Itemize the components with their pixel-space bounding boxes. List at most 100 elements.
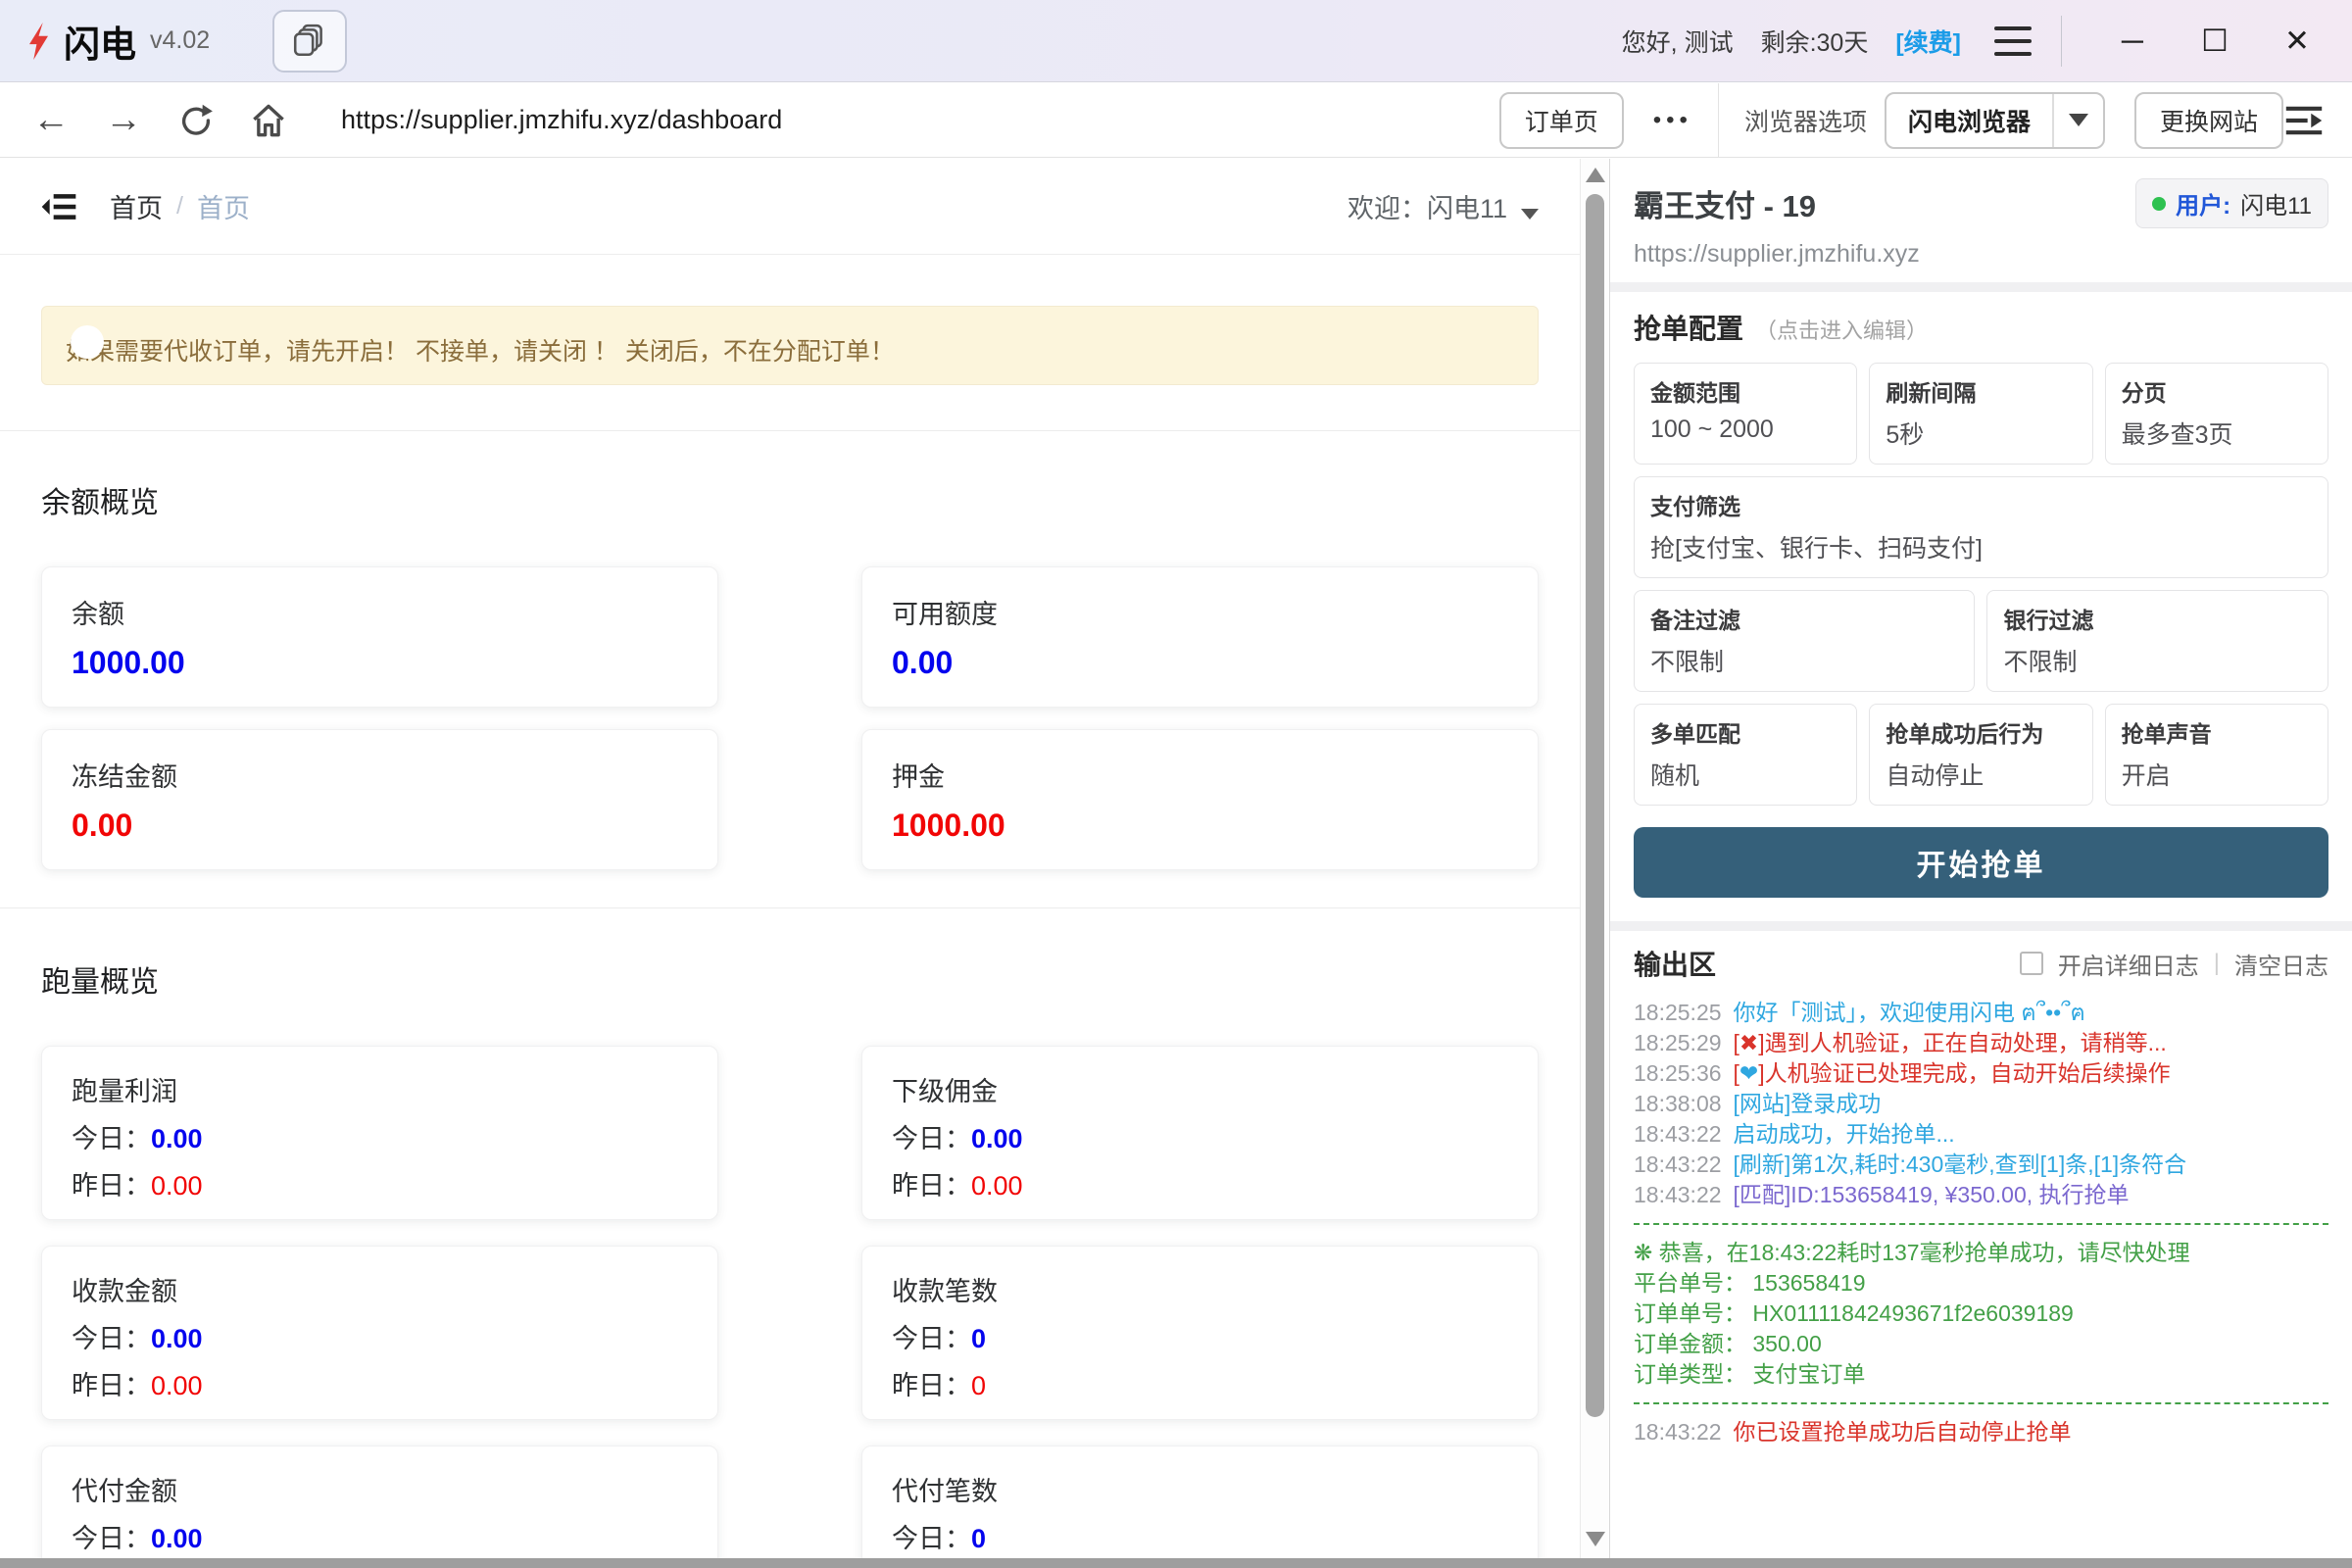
log-line: 18:38:08[网站]登录成功 xyxy=(1634,1089,2328,1119)
log-timestamp: 18:43:22 xyxy=(1634,1419,1722,1445)
detail-log-checkbox[interactable] xyxy=(2020,952,2043,975)
config-card-value: 抢[支付宝、银行卡、扫码支付] xyxy=(1650,529,2312,564)
more-options-icon[interactable]: ••• xyxy=(1653,107,1692,134)
config-card-value: 自动停止 xyxy=(1886,757,2076,792)
app-version: v4.02 xyxy=(150,26,210,55)
log-message: 订单类型： 支付宝订单 xyxy=(1634,1361,1865,1387)
close-button[interactable]: ✕ xyxy=(2268,24,2327,59)
config-card-value: 开启 xyxy=(2122,757,2312,792)
volume-card: 收款金额今日：0.00昨日：0.00 xyxy=(41,1246,718,1420)
home-icon[interactable] xyxy=(245,103,292,138)
breadcrumb-separator: / xyxy=(176,192,183,220)
volume-card-row: 今日：0.00 xyxy=(72,1317,688,1355)
layers-icon xyxy=(291,23,328,60)
breadcrumb-home[interactable]: 首页 xyxy=(110,187,163,225)
clear-log-button[interactable]: 清空日志 xyxy=(2234,947,2328,981)
log-timestamp: 18:43:22 xyxy=(1634,1182,1722,1207)
log-message: 订单金额： 350.00 xyxy=(1634,1331,1822,1356)
config-card-value: 5秒 xyxy=(1886,416,2076,451)
balance-card-label: 可用额度 xyxy=(892,593,1508,631)
change-site-button[interactable]: 更换网站 xyxy=(2134,92,2283,149)
grab-config-header[interactable]: 抢单配置 （点击进入编辑） xyxy=(1634,308,2328,347)
config-card-value: 随机 xyxy=(1650,757,1840,792)
log-timestamp: 18:43:22 xyxy=(1634,1152,1722,1177)
toggle-knob xyxy=(71,325,104,359)
volume-card-row: 昨日：0.00 xyxy=(72,1164,688,1202)
balance-card: 可用额度0.00 xyxy=(861,566,1539,708)
user-badge-value: 闪电11 xyxy=(2240,186,2312,220)
order-page-button[interactable]: 订单页 xyxy=(1499,92,1624,149)
log-message: 你已设置抢单成功后自动停止抢单 xyxy=(1734,1419,2072,1445)
browser-navbar: ← → https://supplier.jmzhifu.xyz/dashboa… xyxy=(0,83,2352,158)
titlebar-divider xyxy=(2061,16,2062,67)
back-icon[interactable]: ← xyxy=(27,99,74,141)
log-line: 18:25:29[✖]遇到人机验证，正在自动处理，请稍等... xyxy=(1634,1028,2328,1058)
grab-order-panel: 霸王支付 - 19 用户: 闪电11 https://supplier.jmzh… xyxy=(1609,159,2352,1558)
renew-link[interactable]: [续费] xyxy=(1895,24,1961,59)
scrollbar-thumb[interactable] xyxy=(1586,194,1604,1417)
receive-order-warning: 如果需要代收订单，请先开启！ 不接单，请关闭 ！ 关闭后，不在分配订单！ xyxy=(41,306,1539,385)
config-card[interactable]: 金额范围100 ~ 2000 xyxy=(1634,363,1857,465)
volume-card-row: 今日：0.00 xyxy=(892,1117,1508,1155)
config-card-label: 多单匹配 xyxy=(1650,715,1840,749)
browser-options-label: 浏览器选项 xyxy=(1744,103,1867,138)
minimize-button[interactable]: ─ xyxy=(2103,24,2162,59)
config-card[interactable]: 抢单成功后行为自动停止 xyxy=(1869,704,2092,806)
log-message: 你好「测试」，欢迎使用闪电 ฅ՞••՞ฅ xyxy=(1734,1000,2085,1025)
balance-card-grid: 余额1000.00可用额度0.00冻结金额0.00押金1000.00 xyxy=(41,566,1539,870)
grab-config-section: 抢单配置 （点击进入编辑） 金额范围100 ~ 2000 刷新间隔 5秒分页最多查3… xyxy=(1610,292,2352,811)
scroll-down-arrow-icon[interactable] xyxy=(1586,1532,1605,1546)
address-url[interactable]: https://supplier.jmzhifu.xyz/dashboard xyxy=(341,105,1499,135)
config-card-label: 刷新间隔 xyxy=(1886,374,2076,408)
panel-divider xyxy=(1610,282,2352,292)
config-card-value: 不限制 xyxy=(2003,643,2312,678)
config-card[interactable]: 银行过滤不限制 xyxy=(1986,590,2328,692)
log-message: [✖]遇到人机验证，正在自动处理，请稍等... xyxy=(1734,1030,2167,1055)
volume-card: 代付笔数今日：0 xyxy=(861,1446,1539,1558)
welcome-user-dropdown[interactable]: 欢迎：闪电11 xyxy=(1348,187,1539,225)
config-card[interactable]: 多单匹配随机 xyxy=(1634,704,1857,806)
config-card[interactable]: 支付筛选抢[支付宝、银行卡、扫码支付] xyxy=(1634,476,2328,578)
output-log-area: 18:25:25你好「测试」，欢迎使用闪电 ฅ՞••՞ฅ18:25:29[✖]遇… xyxy=(1610,996,2352,1449)
breadcrumb: 首页 / 首页 欢迎：闪电11 xyxy=(0,159,1580,255)
chevron-down-icon xyxy=(1521,209,1539,220)
volume-card: 跑量利润今日：0.00昨日：0.00 xyxy=(41,1046,718,1220)
user-badge: 用户: 闪电11 xyxy=(2135,178,2328,228)
multi-window-button[interactable] xyxy=(272,10,347,73)
breadcrumb-current[interactable]: 首页 xyxy=(197,187,250,225)
start-grab-button[interactable]: 开始抢单 xyxy=(1634,827,2328,898)
panel-divider xyxy=(1610,921,2352,931)
config-card[interactable]: 分页最多查3页 xyxy=(2105,363,2328,465)
volume-card-label: 代付金额 xyxy=(72,1470,688,1508)
balance-card-value: 0.00 xyxy=(72,808,688,844)
log-timestamp: 18:43:22 xyxy=(1634,1121,1722,1147)
config-card-value: 不限制 xyxy=(1650,643,1958,678)
config-card-label: 银行过滤 xyxy=(2003,602,2312,635)
site-title: 霸王支付 - 19 xyxy=(1634,181,1816,225)
sidebar-fold-icon[interactable] xyxy=(41,191,76,222)
menu-icon[interactable] xyxy=(1994,26,2032,56)
browser-select-caret[interactable] xyxy=(2052,94,2103,147)
panel-toggle-icon[interactable] xyxy=(2283,104,2325,137)
volume-card-row: 昨日：0 xyxy=(892,1364,1508,1402)
section-divider xyxy=(0,907,1580,908)
maximize-button[interactable]: ☐ xyxy=(2185,24,2244,59)
balance-card-label: 冻结金额 xyxy=(72,756,688,794)
volume-card-row: 昨日：0.00 xyxy=(72,1364,688,1402)
scroll-up-arrow-icon[interactable] xyxy=(1586,168,1605,182)
vertical-scrollbar[interactable] xyxy=(1580,159,1609,1558)
warning-text: 如果需要代收订单，请先开启！ 不接单，请关闭 ！ 关闭后，不在分配订单！ xyxy=(66,332,1514,368)
log-line: 18:43:22 你已设置抢单成功后自动停止抢单 xyxy=(1634,1417,2328,1447)
config-card[interactable]: 抢单声音开启 xyxy=(2105,704,2328,806)
log-line: 18:43:22[匹配]ID:153658419, ¥350.00, 执行抢单 xyxy=(1634,1180,2328,1210)
refresh-icon[interactable] xyxy=(172,103,220,138)
config-card[interactable]: 刷新间隔 5秒 xyxy=(1869,363,2092,465)
log-timestamp: 18:38:08 xyxy=(1634,1091,1722,1116)
config-card[interactable]: 备注过滤不限制 xyxy=(1634,590,1975,692)
log-line: 订单类型： 支付宝订单 xyxy=(1634,1359,2328,1390)
online-dot-icon xyxy=(2152,197,2166,211)
browser-select[interactable]: 闪电浏览器 xyxy=(1885,92,2105,149)
forward-icon[interactable]: → xyxy=(100,99,147,141)
log-dashed-separator xyxy=(1634,1223,2328,1225)
volume-card-row: 今日：0 xyxy=(892,1517,1508,1555)
